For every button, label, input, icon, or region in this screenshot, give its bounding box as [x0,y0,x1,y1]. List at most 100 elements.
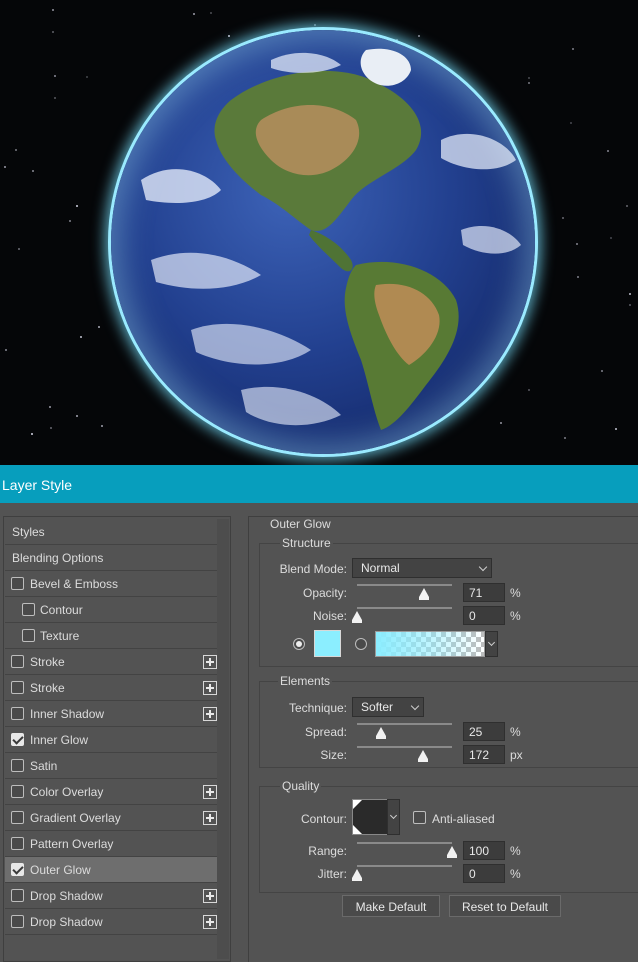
add-instance-icon[interactable] [203,785,217,799]
star [98,326,100,328]
add-instance-icon[interactable] [203,889,217,903]
spread-slider-thumb[interactable] [375,727,386,739]
glow-gradient-preview[interactable] [375,631,485,657]
earth-image [89,8,557,465]
add-instance-icon[interactable] [203,681,217,695]
dialog-title-bar[interactable]: Layer Style [0,465,638,503]
style-item-label: Blending Options [12,551,104,565]
style-item-blending-options[interactable]: Blending Options [5,545,217,571]
solid-color-radio[interactable] [293,638,305,650]
star [69,220,71,222]
anti-aliased-label: Anti-aliased [432,812,495,826]
style-item-pattern-overlay[interactable]: Pattern Overlay [5,831,217,857]
star [626,205,628,207]
add-instance-icon[interactable] [203,811,217,825]
jitter-label: Jitter: [317,867,347,881]
style-item-checkbox[interactable] [11,889,24,902]
star [86,76,88,78]
jitter-input[interactable]: 0 [463,864,505,883]
noise-input[interactable]: 0 [463,606,505,625]
style-item-stroke[interactable]: Stroke [5,649,217,675]
size-slider-thumb[interactable] [417,750,428,762]
technique-select[interactable]: Softer [352,697,424,717]
style-item-checkbox[interactable] [11,915,24,928]
style-item-styles[interactable]: Styles [5,519,217,545]
style-item-inner-glow[interactable]: Inner Glow [5,727,217,753]
star [570,122,572,124]
style-item-checkbox[interactable] [11,681,24,694]
technique-label: Technique: [288,701,347,715]
style-item-outer-glow[interactable]: Outer Glow [5,857,217,883]
spread-input[interactable]: 25 [463,722,505,741]
style-item-checkbox[interactable] [11,707,24,720]
style-item-texture[interactable]: Texture [5,623,217,649]
style-item-checkbox[interactable] [11,811,24,824]
noise-slider-thumb[interactable] [352,611,362,623]
structure-heading: Structure [280,536,333,550]
outer-glow-heading: Outer Glow [270,517,331,531]
style-item-inner-shadow[interactable]: Inner Shadow [5,701,217,727]
spread-slider-track[interactable] [357,723,452,725]
glow-color-swatch[interactable] [314,630,341,657]
jitter-slider-track[interactable] [357,865,452,867]
add-instance-icon[interactable] [203,655,217,669]
star [76,415,78,417]
add-instance-icon[interactable] [203,915,217,929]
opacity-slider-thumb[interactable] [419,588,430,600]
noise-unit: % [510,609,521,623]
make-default-button[interactable]: Make Default [342,895,440,917]
range-slider-thumb[interactable] [447,846,457,858]
style-item-checkbox[interactable] [11,837,24,850]
jitter-slider-thumb[interactable] [352,869,362,881]
style-item-label: Stroke [30,681,65,695]
contour-preview[interactable] [352,799,388,835]
style-item-drop-shadow[interactable]: Drop Shadow [5,909,217,935]
opacity-slider-track[interactable] [357,584,452,586]
technique-value: Softer [361,700,394,714]
style-item-satin[interactable]: Satin [5,753,217,779]
star [577,276,579,278]
earth-surface-art [141,48,521,430]
style-item-checkbox[interactable] [22,629,35,642]
style-item-checkbox[interactable] [11,733,24,746]
style-item-bevel-emboss[interactable]: Bevel & Emboss [5,571,217,597]
anti-aliased-checkbox[interactable] [413,811,426,824]
star [15,149,17,151]
blend-mode-select[interactable]: Normal [352,558,492,578]
earth-globe [111,30,535,454]
range-input[interactable]: 100 [463,841,505,860]
star [31,433,33,435]
style-item-checkbox[interactable] [11,759,24,772]
range-unit: % [510,844,521,858]
noise-slider-track[interactable] [357,607,452,609]
style-item-stroke[interactable]: Stroke [5,675,217,701]
range-slider-track[interactable] [357,842,452,844]
star [18,248,20,250]
style-item-checkbox[interactable] [11,863,24,876]
add-instance-icon[interactable] [203,707,217,721]
gradient-picker-button[interactable] [485,631,498,657]
style-item-label: Styles [12,525,45,539]
style-item-checkbox[interactable] [11,577,24,590]
style-item-drop-shadow[interactable]: Drop Shadow [5,883,217,909]
size-input[interactable]: 172 [463,745,505,764]
contour-picker-button[interactable] [387,799,400,835]
style-item-label: Bevel & Emboss [30,577,119,591]
style-item-gradient-overlay[interactable]: Gradient Overlay [5,805,217,831]
reset-to-default-button[interactable]: Reset to Default [449,895,561,917]
star [601,370,603,372]
gradient-radio[interactable] [355,638,367,650]
star [629,304,631,306]
style-item-checkbox[interactable] [11,655,24,668]
size-slider-track[interactable] [357,746,452,748]
star [562,217,564,219]
style-item-color-overlay[interactable]: Color Overlay [5,779,217,805]
range-label: Range: [308,844,347,858]
chevron-down-icon [389,811,398,820]
style-list-scrollbar[interactable] [217,519,229,959]
style-item-checkbox[interactable] [22,603,35,616]
style-item-contour[interactable]: Contour [5,597,217,623]
style-item-checkbox[interactable] [11,785,24,798]
blend-mode-value: Normal [361,561,400,575]
opacity-input[interactable]: 71 [463,583,505,602]
